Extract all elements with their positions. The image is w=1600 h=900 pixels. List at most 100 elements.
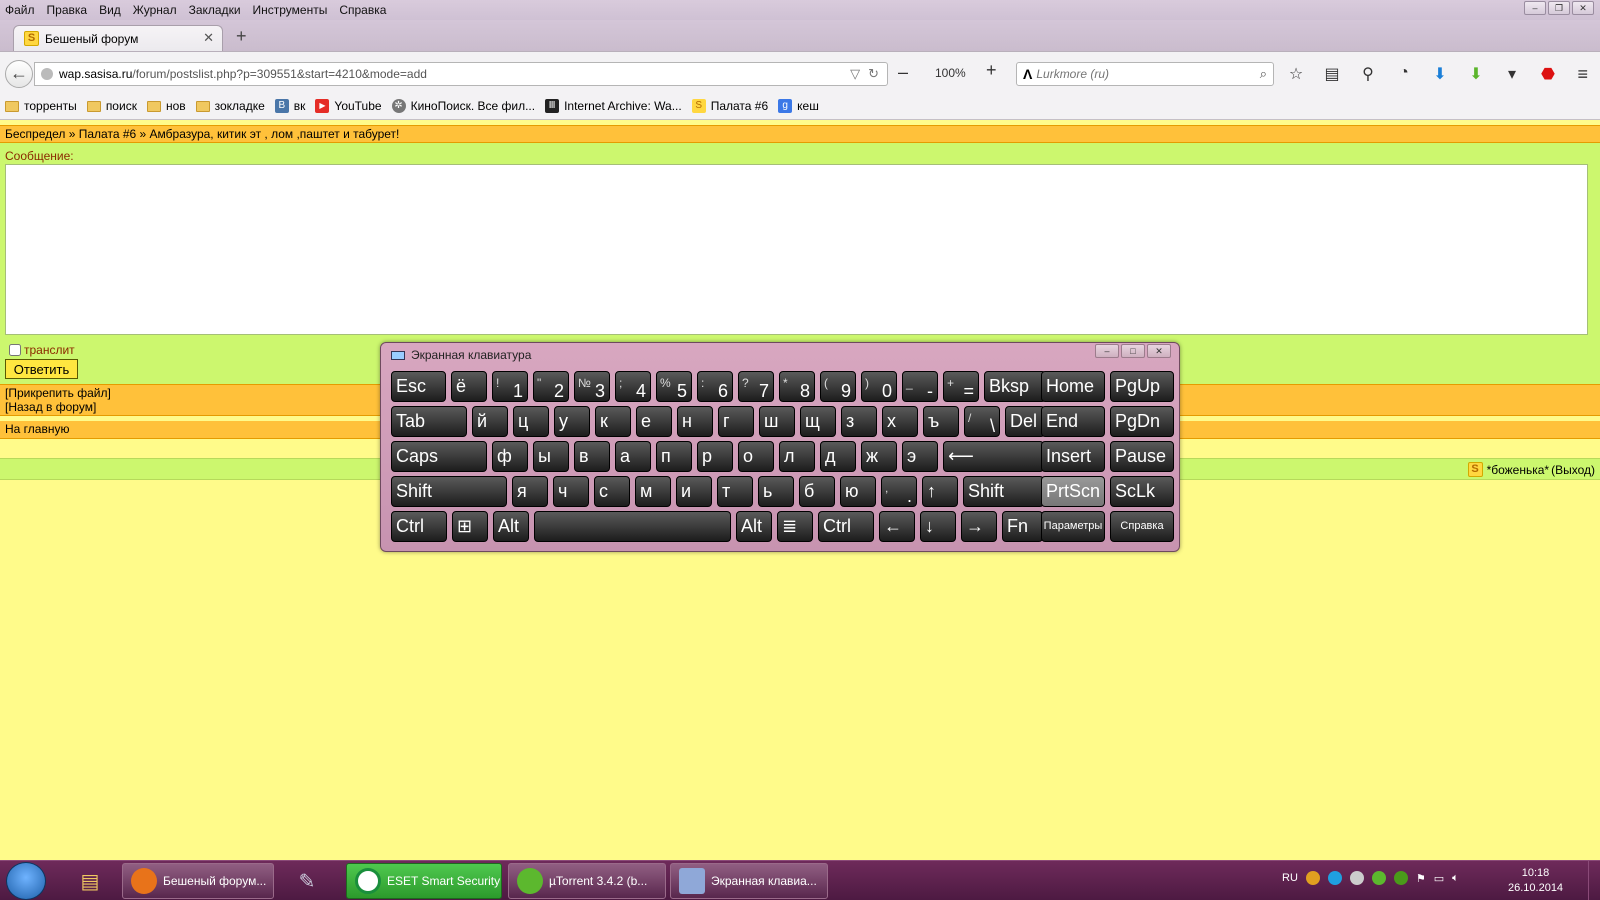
key-sclk[interactable]: ScLk (1110, 476, 1174, 507)
language-indicator[interactable]: RU (1282, 872, 1298, 884)
search-icon[interactable]: ⌕ (1260, 66, 1267, 82)
key-end[interactable]: End (1041, 406, 1105, 437)
key-п[interactable]: п (656, 441, 692, 472)
tray-nvidia-icon[interactable] (1393, 871, 1408, 885)
key-pgdn[interactable]: PgDn (1110, 406, 1174, 437)
explorer-folder-icon[interactable]: ▤ (66, 865, 114, 897)
key-4-7[interactable]: ← (879, 511, 915, 542)
key-х[interactable]: х (882, 406, 918, 437)
menu-history[interactable]: Журнал (133, 3, 177, 17)
key-и[interactable]: и (676, 476, 712, 507)
menu-help[interactable]: Справка (339, 3, 386, 17)
zoom-in-button[interactable]: + (986, 60, 997, 81)
key-shift[interactable]: Shift (963, 476, 1044, 507)
key-4-5[interactable]: ≣ (777, 511, 813, 542)
new-tab-icon[interactable]: + (236, 26, 247, 47)
bookmark-new[interactable]: нов (146, 99, 186, 113)
key-справка[interactable]: Справка (1110, 511, 1174, 542)
key-insert[interactable]: Insert (1041, 441, 1105, 472)
reply-button[interactable]: Ответить (5, 359, 78, 379)
key-э[interactable]: э (902, 441, 938, 472)
osk-minimize-icon[interactable]: – (1095, 344, 1119, 358)
tab-forum[interactable]: S Бешеный форум ✕ (13, 25, 223, 51)
osk-titlebar[interactable]: Экранная клавиатура (391, 348, 531, 362)
key-щ[interactable]: щ (800, 406, 836, 437)
key-3-10[interactable]: ,. (881, 476, 917, 507)
key-0-13[interactable]: + = (943, 371, 979, 402)
user-name[interactable]: *боженька* (1487, 463, 1550, 477)
start-button-icon[interactable] (6, 862, 46, 900)
key-9[interactable]: (9 (820, 371, 856, 402)
taskbar-eset[interactable]: ESET Smart Security (346, 863, 502, 899)
key-д[interactable]: д (820, 441, 856, 472)
volume-icon[interactable]: 🔈︎ (1452, 872, 1459, 885)
key-н[interactable]: н (677, 406, 713, 437)
key-prtscn[interactable]: PrtScn (1041, 476, 1105, 507)
key-б[interactable]: б (799, 476, 835, 507)
restore-icon[interactable]: ❐ (1548, 1, 1570, 15)
key-6[interactable]: :6 (697, 371, 733, 402)
key-1-13[interactable]: / \ (964, 406, 1000, 437)
taskbar-utorrent[interactable]: µTorrent 3.4.2 (b... (508, 863, 666, 899)
key-о[interactable]: о (738, 441, 774, 472)
bookmark-search[interactable]: поиск (86, 99, 137, 113)
bookmark-cache[interactable]: g кеш (778, 99, 819, 113)
osk-close-icon[interactable]: ✕ (1147, 344, 1171, 358)
key-ю[interactable]: ю (840, 476, 876, 507)
key-7[interactable]: ? 7 (738, 371, 774, 402)
key-alt[interactable]: Alt (493, 511, 529, 542)
key-ъ[interactable]: ъ (923, 406, 959, 437)
key-ё[interactable]: ё (451, 371, 487, 402)
bookmark-archive[interactable]: Ⅲ Internet Archive: Wa... (545, 99, 682, 113)
bookmark-youtube[interactable]: ▶ YouTube (315, 99, 382, 113)
bookmark-palata[interactable]: S Палата #6 (691, 99, 768, 113)
menu-bookmarks[interactable]: Закладки (189, 3, 241, 17)
key-1[interactable]: ! 1 (492, 371, 528, 402)
bookmark-star-icon[interactable]: ☆ (1286, 64, 1306, 84)
key-р[interactable]: р (697, 441, 733, 472)
bookmark-torrents[interactable]: торренты (5, 99, 77, 113)
taskbar-firefox[interactable]: Бешеный форум... (122, 863, 274, 899)
key-з[interactable]: з (841, 406, 877, 437)
bookmark-kinopoisk[interactable]: ✲ КиноПоиск. Все фил... (391, 99, 535, 113)
show-desktop-button[interactable] (1588, 861, 1600, 900)
close-icon[interactable]: ✕ (1572, 1, 1594, 15)
key-5[interactable]: % 5 (656, 371, 692, 402)
key-ж[interactable]: ж (861, 441, 897, 472)
key-4-9[interactable]: → (961, 511, 997, 542)
tray-utorrent-icon[interactable] (1371, 871, 1386, 885)
key-bksp[interactable]: Bksp (984, 371, 1046, 402)
key-с[interactable]: с (594, 476, 630, 507)
key-3[interactable]: № 3 (574, 371, 610, 402)
dropdown-icon[interactable]: ▾ (1502, 64, 1522, 84)
menu-tools[interactable]: Инструменты (253, 3, 328, 17)
paint-icon[interactable]: ✎ (283, 865, 331, 897)
reload-icon[interactable]: ↻ (868, 66, 879, 82)
key-3-11[interactable]: ↑ (922, 476, 958, 507)
key-л[interactable]: л (779, 441, 815, 472)
key-shift[interactable]: Shift (391, 476, 507, 507)
key-г[interactable]: г (718, 406, 754, 437)
magnifier-icon[interactable]: ⚲ (1358, 64, 1378, 84)
bookmark-zokladke[interactable]: зокладке (195, 99, 265, 113)
back-arrow-icon[interactable]: ← (5, 60, 33, 88)
key-fn[interactable]: Fn (1002, 511, 1043, 542)
key-е[interactable]: е (636, 406, 672, 437)
menu-view[interactable]: Вид (99, 3, 121, 17)
menu-file[interactable]: Файл (5, 3, 35, 17)
key-ь[interactable]: ь (758, 476, 794, 507)
bookmark-vk[interactable]: Bвк (274, 99, 305, 113)
menu-edit[interactable]: Правка (47, 3, 88, 17)
key-у[interactable]: у (554, 406, 590, 437)
key-т[interactable]: т (717, 476, 753, 507)
key-0[interactable]: ) 0 (861, 371, 897, 402)
key-й[interactable]: й (472, 406, 508, 437)
key-tab[interactable]: Tab (391, 406, 467, 437)
message-textarea[interactable] (5, 164, 1588, 335)
key-alt[interactable]: Alt (736, 511, 772, 542)
key-2-12[interactable]: ⟵ (943, 441, 1044, 472)
logout-link[interactable]: (Выход) (1551, 463, 1595, 477)
lurkmore-logo-icon[interactable]: Λ (1023, 66, 1032, 82)
key-ctrl[interactable]: Ctrl (391, 511, 447, 542)
key-ы[interactable]: ы (533, 441, 569, 472)
